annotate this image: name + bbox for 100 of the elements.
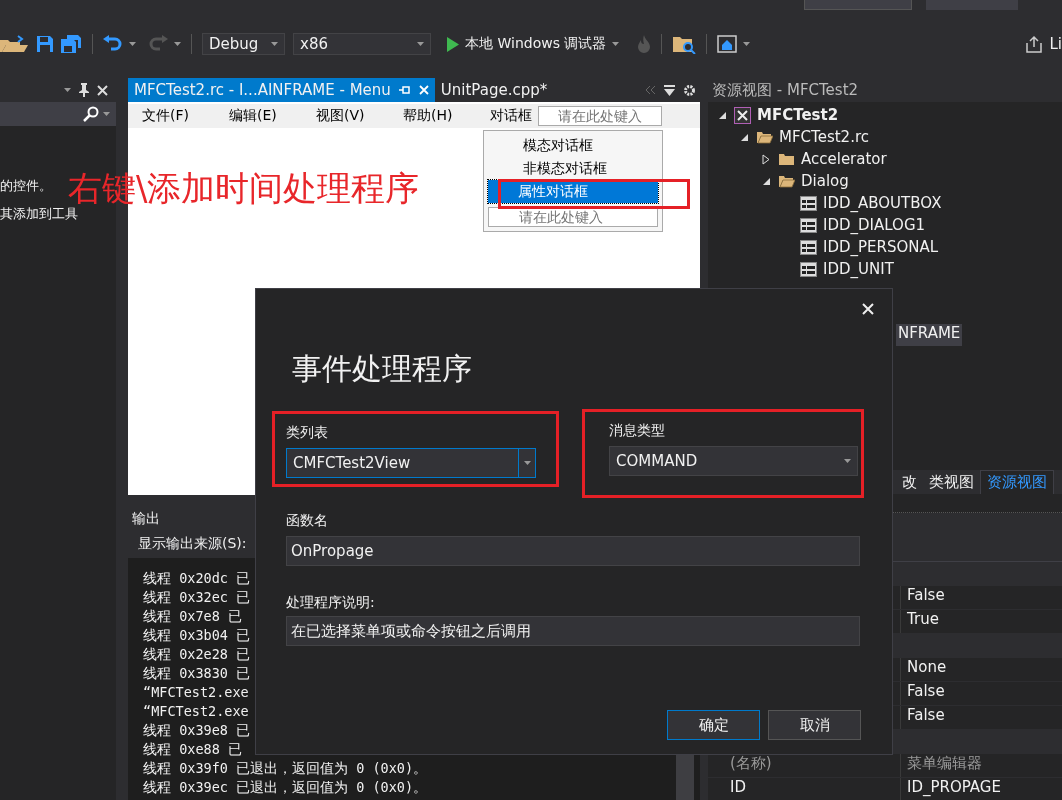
output-line: “MFCTest2.exe <box>143 702 249 721</box>
folder-icon <box>756 130 773 144</box>
menu-item[interactable]: 文件(F) <box>128 107 215 125</box>
tree-item[interactable]: IDD_ABOUTBOX <box>823 194 942 212</box>
tree-item[interactable]: MFCTest2 <box>757 106 839 124</box>
output-line: 线程 0x20dc 已 <box>143 569 251 588</box>
menu-entry-field[interactable]: 请在此处键入 <box>488 207 658 227</box>
property-value[interactable]: False <box>900 682 1062 705</box>
home-icon[interactable] <box>717 35 738 53</box>
menu-entry-field[interactable]: 请在此处键入 <box>538 106 662 126</box>
tree-item[interactable]: Dialog <box>801 172 849 190</box>
collapsed-arrow-icon[interactable] <box>762 153 770 165</box>
panel-tab[interactable]: 改 <box>896 470 923 494</box>
menu-item[interactable]: 对话框 <box>476 107 538 125</box>
save-icon[interactable] <box>36 35 54 53</box>
expanded-arrow-icon[interactable] <box>761 176 771 186</box>
find-folder-icon[interactable] <box>672 34 697 54</box>
caret-icon <box>103 112 110 116</box>
toolbox-hint-text: 其添加到工具 <box>0 205 78 223</box>
combo-box[interactable]: CMFCTest2View <box>286 448 536 478</box>
caret-icon <box>844 459 851 463</box>
folder-icon <box>778 174 795 188</box>
tree-item[interactable]: IDD_DIALOG1 <box>823 216 926 234</box>
start-debugger-button[interactable]: 本地 Windows 调试器 <box>443 35 624 53</box>
dialog-title: 事件处理程序 <box>292 350 473 388</box>
project-icon <box>734 106 751 124</box>
output-line: “MFCTest2.exe <box>143 683 249 702</box>
output-line: 线程 0x39e8 已 <box>143 721 251 740</box>
share-label[interactable]: Li <box>1049 35 1062 53</box>
caret-icon <box>523 461 531 465</box>
caret-icon <box>174 42 181 46</box>
close-icon <box>862 303 874 315</box>
tree-item[interactable]: IDD_PERSONAL <box>823 238 939 256</box>
dialog-resource-icon <box>800 261 817 277</box>
scrollbar-thumb[interactable] <box>676 754 694 800</box>
combo-box[interactable]: COMMAND <box>609 446 858 476</box>
tree-item[interactable]: MFCTest2.rc <box>779 128 869 146</box>
output-line: 线程 0x2e28 已 <box>143 645 251 664</box>
panel-menu-icon <box>64 88 71 92</box>
save-all-icon[interactable] <box>60 34 82 54</box>
dialog-button[interactable]: 取消 <box>768 710 861 740</box>
property-value[interactable]: True <box>900 610 1062 633</box>
field-label: 类列表 <box>286 424 329 442</box>
panel-tab[interactable]: 类视图 <box>923 470 980 494</box>
document-tab[interactable]: UnitPage.cpp* <box>434 78 554 102</box>
expanded-arrow-icon[interactable] <box>717 110 727 120</box>
property-name: (名称) <box>729 754 773 774</box>
menu-item[interactable]: 非模态对话框 <box>488 157 658 180</box>
output-line: 线程 0x39ec 已退出，返回值为 0 (0x0)。 <box>143 778 428 797</box>
undo-icon[interactable] <box>103 35 123 53</box>
panel-title: 输出 <box>132 510 160 528</box>
expanded-arrow-icon[interactable] <box>739 132 749 142</box>
caret-icon <box>271 42 278 46</box>
menu-item[interactable]: 视图(V) <box>302 107 389 125</box>
pin-icon[interactable] <box>79 83 89 97</box>
output-line: 线程 0x32ec 已 <box>143 588 251 607</box>
dialog-resource-icon <box>800 195 817 211</box>
field-label: 消息类型 <box>609 422 666 440</box>
tree-item[interactable]: NFRAME <box>896 324 963 346</box>
panel-title: 资源视图 - MFCTest2 <box>712 80 859 100</box>
search-field[interactable] <box>0 102 116 126</box>
toolbox-hint-text: 的控件。 <box>0 177 52 195</box>
menu-item[interactable]: 模态对话框 <box>488 134 658 157</box>
scroll-left-icon[interactable] <box>644 85 656 95</box>
output-line: 线程 0x3b04 已 <box>143 626 251 645</box>
output-line: 线程 0x39f0 已退出，返回值为 0 (0x0)。 <box>143 759 428 778</box>
open-folder-icon[interactable] <box>0 35 30 53</box>
caret-icon <box>129 42 136 46</box>
property-name: ID <box>729 778 747 798</box>
output-line: 线程 0x7e8 已 <box>143 607 242 626</box>
platform-dropdown[interactable]: x86 <box>293 33 431 55</box>
property-value[interactable]: ID_PROPAGE <box>900 778 1062 800</box>
settings-icon[interactable] <box>683 83 696 97</box>
output-line: 线程 0x3830 已 <box>143 664 251 683</box>
property-value[interactable]: False <box>900 586 1062 609</box>
caret-icon <box>417 42 424 46</box>
panel-tab[interactable]: 资源视图 <box>980 470 1054 494</box>
property-value[interactable]: None <box>900 658 1062 681</box>
tree-item[interactable]: IDD_UNIT <box>823 260 894 278</box>
dialog-resource-icon <box>800 239 817 255</box>
configuration-dropdown[interactable]: Debug <box>202 33 285 55</box>
menu-item[interactable]: 帮助(H) <box>389 107 476 125</box>
search-field[interactable] <box>804 0 912 10</box>
input-field[interactable]: OnPropage <box>286 536 860 566</box>
dialog-button[interactable]: 确定 <box>667 710 760 740</box>
input-field[interactable]: 在已选择菜单项或命令按钮之后调用 <box>286 616 860 646</box>
share-icon[interactable] <box>1025 35 1044 53</box>
field-label: 函数名 <box>286 512 329 530</box>
play-icon <box>447 36 459 52</box>
output-line: 线程 0xe88 已 <box>143 740 242 759</box>
menu-item[interactable]: 属性对话框 <box>488 180 658 203</box>
property-value[interactable]: False <box>900 706 1062 729</box>
tab-list-icon[interactable] <box>664 84 675 96</box>
tree-item[interactable]: Accelerator <box>801 150 887 168</box>
folder-icon <box>778 152 795 166</box>
close-icon[interactable] <box>97 84 108 96</box>
caret-icon <box>612 42 620 46</box>
output-source-label: 显示输出来源(S): <box>138 535 247 553</box>
search-icon <box>83 106 99 122</box>
menu-item[interactable]: 编辑(E) <box>215 107 302 125</box>
